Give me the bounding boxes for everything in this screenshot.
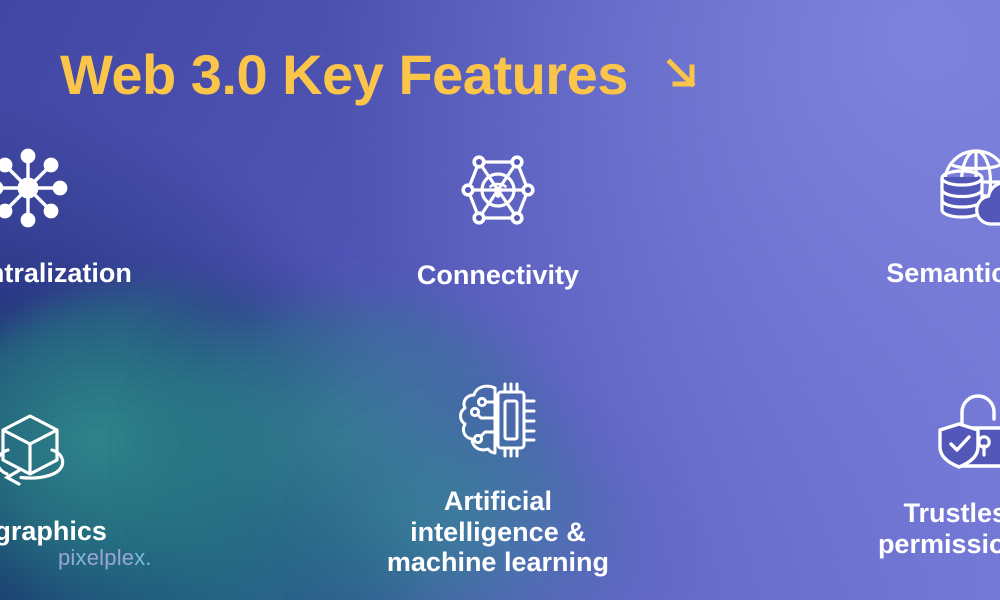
hexagon-network-wifi-icon (448, 142, 548, 238)
arrow-down-right-icon (658, 50, 704, 101)
brain-chip-icon (448, 374, 548, 466)
feature-label: Semantic web (886, 258, 1000, 288)
title-row: Web 3.0 Key Features (60, 43, 704, 106)
logo-part-1: pi (58, 545, 76, 570)
feature-label: Artificial intelligence & machine learni… (386, 485, 609, 578)
feature-connectivity[interactable]: Connectivity (331, 142, 664, 291)
feature-semantic-web[interactable]: Semantic web (810, 140, 1000, 289)
feature-decentralization[interactable]: Decentralization (0, 140, 194, 289)
features-grid: Decentralization (0, 140, 1000, 578)
logo-part-x1: x (75, 545, 87, 570)
content-root: Web 3.0 Key Features tralization Connect… (0, 0, 1000, 600)
feature-label: 3D graphics (0, 515, 107, 546)
open-padlock-shield-check-icon (926, 386, 1000, 478)
pixelplex-logo[interactable]: pi x elple x. (58, 545, 152, 571)
features-row-top: Decentralization (0, 140, 1000, 291)
globe-database-cloud-icon (924, 140, 1000, 236)
network-nodes-icon (0, 140, 78, 236)
logo-part-2: elple (86, 545, 135, 570)
feature-label: Decentralization (0, 258, 132, 288)
feature-trustless-permissionless[interactable]: Trustless & permissionless (810, 386, 1000, 590)
feature-ai-ml[interactable]: Artificial intelligence & machine learni… (331, 374, 664, 578)
rotating-cube-icon (0, 404, 85, 496)
logo-dot: . (145, 545, 152, 570)
logo-part-x2: x (134, 545, 146, 570)
page-title: Web 3.0 Key Features (60, 43, 628, 106)
feature-label: Connectivity (416, 260, 579, 290)
infographic-canvas: Web 3.0 Key Features tralization Connect… (0, 0, 1000, 600)
feature-label: Trustless & permissionless (877, 497, 1000, 559)
